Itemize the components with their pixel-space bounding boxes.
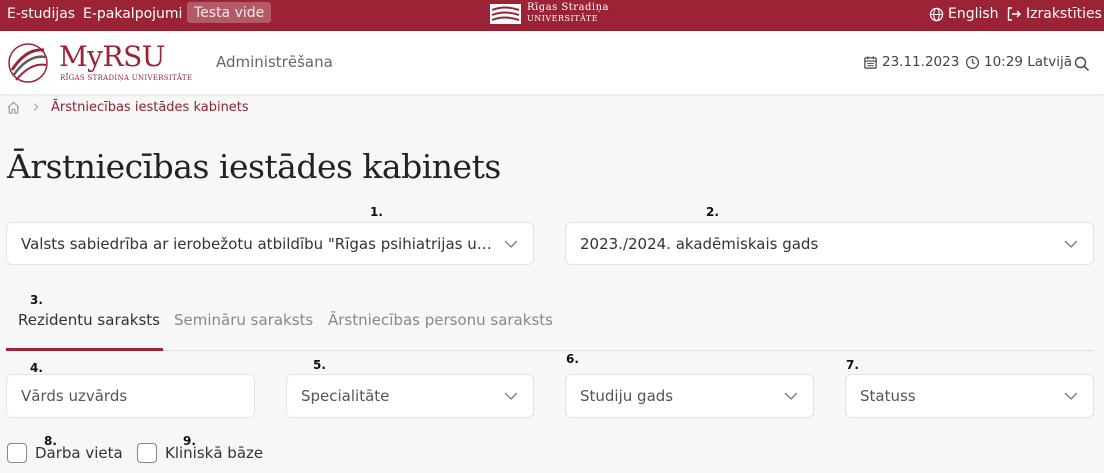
chevron-down-icon: [784, 392, 798, 400]
logout-label: Izrakstīties: [1026, 6, 1102, 22]
university-name: Rīgas Stradiņa universitāte: [527, 2, 609, 24]
marker-7: 7.: [846, 358, 859, 372]
status-select-value: Statuss: [860, 387, 916, 405]
language-label: English: [948, 6, 999, 22]
clinical-base-checkbox[interactable]: Kliniskā bāze: [137, 443, 263, 463]
globe-icon: [929, 7, 944, 21]
time-value: 10:29 Latvijā: [984, 54, 1073, 70]
page-title: Ārstniecības iestādes kabinets: [7, 147, 501, 186]
marker-2: 2.: [706, 205, 719, 219]
clinical-base-checkbox-box[interactable]: [137, 443, 157, 463]
top-bar: E-studijas E-pakalpojumi Testa vide Rīga…: [0, 0, 1104, 31]
active-tab-indicator: [6, 348, 163, 351]
chevron-down-icon: [504, 392, 518, 400]
institution-select-value: Valsts sabiedrība ar ierobežotu atbildīb…: [21, 234, 493, 253]
home-icon[interactable]: [6, 100, 21, 115]
search-icon[interactable]: [1074, 56, 1090, 72]
myrsu-brand: MyRSU: [59, 40, 165, 73]
university-name-line2: universitāte: [527, 14, 599, 23]
chevron-right-icon: [33, 103, 39, 111]
marker-4: 4.: [30, 361, 43, 375]
logout-icon: [1007, 7, 1021, 21]
clinical-base-checkbox-label: Kliniskā bāze: [165, 444, 264, 462]
status-select[interactable]: Statuss: [845, 374, 1094, 418]
academic-year-select[interactable]: 2023./2024. akadēmiskais gads: [565, 222, 1094, 265]
workplace-checkbox-label: Darba vieta: [35, 444, 123, 462]
workplace-checkbox-box[interactable]: [7, 443, 27, 463]
tab-seminars[interactable]: Semināru saraksts: [174, 311, 313, 329]
chevron-down-icon: [504, 240, 518, 248]
myrsu-brand-subtitle: Rīgas Stradiņa universitāte: [60, 74, 193, 82]
name-search-input[interactable]: Vārds uzvārds: [6, 374, 255, 418]
workplace-checkbox[interactable]: Darba vieta: [7, 443, 123, 463]
date-value: 23.11.2023: [882, 54, 960, 70]
university-logo[interactable]: Rīgas Stradiņa universitāte: [489, 2, 609, 26]
header: MyRSU Rīgas Stradiņa universitāte Admini…: [0, 31, 1104, 94]
name-search-placeholder: Vārds uzvārds: [21, 387, 128, 405]
specialty-select[interactable]: Specialitāte: [286, 374, 534, 418]
calendar-icon: [864, 55, 877, 69]
clock-icon: [965, 55, 980, 69]
chevron-down-icon: [1064, 392, 1078, 400]
breadcrumb: Ārstniecības iestādes kabinets: [6, 98, 249, 116]
chevron-down-icon: [1064, 240, 1078, 248]
tab-residents[interactable]: Rezidentu saraksts: [18, 311, 160, 329]
myrsu-logo[interactable]: MyRSU Rīgas Stradiņa universitāte: [6, 39, 192, 87]
marker-6: 6.: [566, 352, 579, 366]
tab-medical-staff[interactable]: Ārstniecības personu saraksts: [328, 311, 553, 329]
specialty-select-value: Specialitāte: [301, 387, 390, 405]
marker-5: 5.: [313, 358, 326, 372]
language-switch[interactable]: English: [929, 6, 999, 22]
e-pakalpojumi-link[interactable]: E-pakalpojumi: [83, 6, 182, 22]
logout-button[interactable]: Izrakstīties: [1006, 6, 1102, 22]
study-year-select[interactable]: Studiju gads: [565, 374, 814, 418]
current-time: 10:29 Latvijā: [965, 54, 1072, 70]
nav-administration[interactable]: Administrēšana: [216, 53, 333, 71]
tab-bar: Rezidentu saraksts Semināru saraksts Ārs…: [6, 296, 1094, 351]
myrsu-emblem-icon: [8, 43, 48, 83]
university-emblem-icon: [490, 4, 521, 24]
e-studijas-link[interactable]: E-studijas: [7, 6, 75, 22]
breadcrumb-current: Ārstniecības iestādes kabinets: [51, 99, 249, 115]
university-name-line1: Rīgas Stradiņa: [527, 2, 610, 13]
institution-select[interactable]: Valsts sabiedrība ar ierobežotu atbildīb…: [6, 222, 534, 265]
study-year-select-value: Studiju gads: [580, 387, 674, 405]
marker-1: 1.: [370, 205, 383, 219]
academic-year-value: 2023./2024. akadēmiskais gads: [580, 234, 819, 253]
test-environment-badge: Testa vide: [187, 2, 272, 23]
current-date: 23.11.2023: [863, 54, 959, 70]
